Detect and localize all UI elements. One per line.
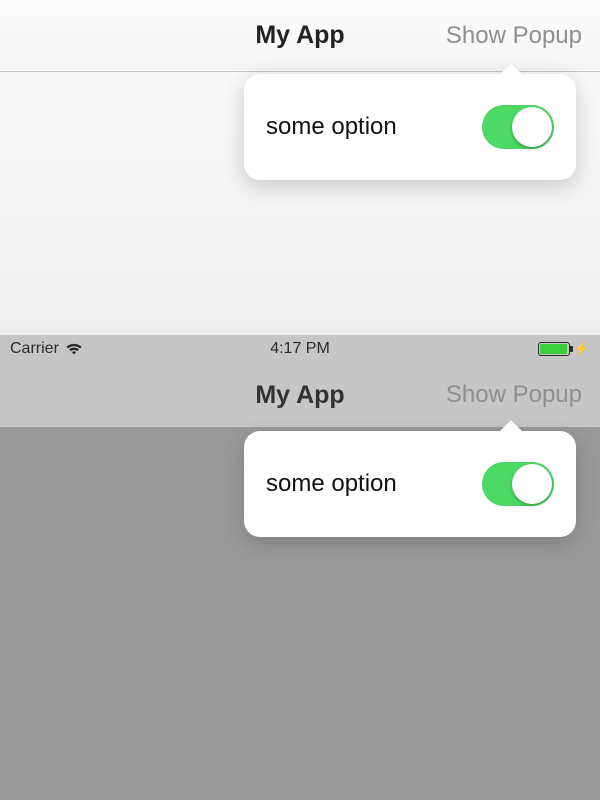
option-toggle[interactable] — [482, 462, 554, 506]
popover-container: some option — [244, 431, 576, 537]
navigation-bar: My App Show Popup — [0, 363, 600, 427]
status-time: 4:17 PM — [270, 340, 330, 358]
screenshot-bottom-panel: Carrier 4:17 PM ⚡ My App Show Popup some… — [0, 335, 600, 800]
popover-arrow-icon — [498, 63, 524, 76]
battery-icon — [538, 342, 570, 356]
wifi-icon — [65, 342, 83, 356]
show-popup-button[interactable]: Show Popup — [446, 22, 582, 50]
nav-title: My App — [255, 381, 344, 410]
popover: some option — [244, 74, 576, 180]
status-right: ⚡ — [538, 341, 590, 357]
option-label: some option — [266, 470, 397, 498]
carrier-label: Carrier — [10, 340, 59, 358]
show-popup-button[interactable]: Show Popup — [446, 381, 582, 409]
toggle-knob-icon — [512, 107, 552, 147]
navigation-bar: My App Show Popup — [0, 0, 600, 72]
toggle-knob-icon — [512, 464, 552, 504]
screenshot-top-panel: My App Show Popup some option — [0, 0, 600, 335]
status-bar: Carrier 4:17 PM ⚡ — [0, 335, 600, 363]
popover-arrow-icon — [498, 420, 524, 433]
popover: some option — [244, 431, 576, 537]
battery-fill-icon — [540, 344, 567, 354]
option-label: some option — [266, 113, 397, 141]
charging-bolt-icon: ⚡ — [574, 341, 590, 357]
nav-title: My App — [255, 21, 344, 50]
status-left: Carrier — [10, 340, 83, 358]
option-toggle[interactable] — [482, 105, 554, 149]
popover-container: some option — [244, 74, 576, 180]
